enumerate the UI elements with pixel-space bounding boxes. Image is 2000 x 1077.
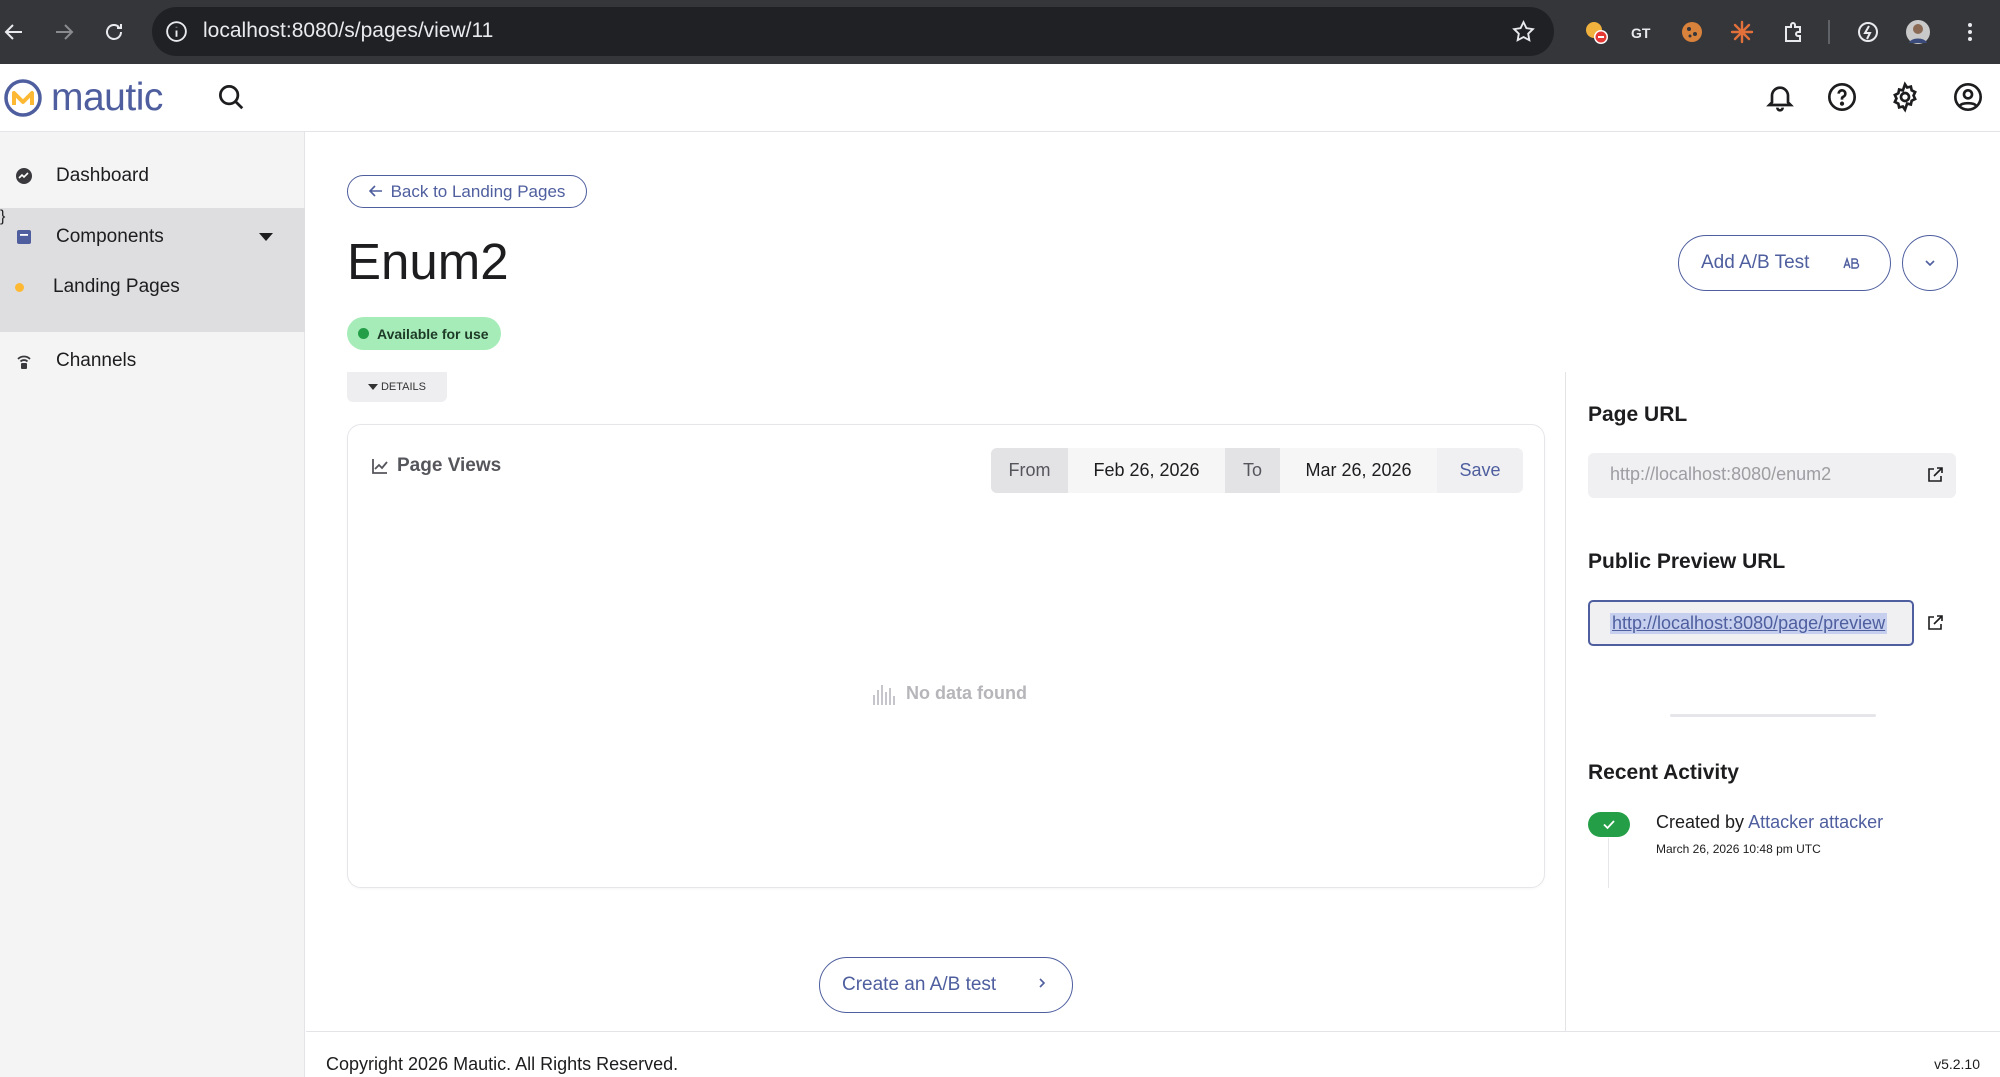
mautic-logo-icon: [4, 79, 42, 117]
arrow-left-icon: [368, 182, 383, 202]
sidebar-group-components: Components Landing Pages }: [0, 208, 305, 332]
copyright-text: Copyright 2026 Mautic. All Rights Reserv…: [326, 1054, 679, 1074]
save-date-range-button[interactable]: Save: [1437, 448, 1523, 493]
caret-down-icon: [259, 233, 273, 241]
bookmark-star-icon[interactable]: [1511, 19, 1536, 44]
help-icon[interactable]: [1826, 81, 1858, 113]
activity-timeline-line: [1608, 838, 1609, 888]
extension-gt-icon[interactable]: GT: [1628, 18, 1656, 46]
browser-toolbar: localhost:8080/s/pages/view/11 GT: [0, 0, 2000, 64]
to-label: To: [1225, 448, 1280, 493]
create-ab-test-button[interactable]: Create an A/B test: [819, 957, 1073, 1013]
svg-text:GT: GT: [1631, 25, 1651, 41]
settings-gear-icon[interactable]: [1889, 81, 1921, 113]
activity-user-link[interactable]: Attacker attacker: [1748, 812, 1883, 832]
public-preview-url-heading: Public Preview URL: [1588, 550, 1786, 573]
details-label: DETAILS: [380, 381, 427, 393]
right-panel-divider: [1565, 372, 1566, 1032]
activity-timestamp: March 26, 2026 10:48 pm UTC: [1656, 842, 1821, 856]
to-date-input[interactable]: Mar 26, 2026: [1280, 448, 1437, 493]
forward-arrow-icon[interactable]: [46, 14, 82, 50]
site-info-icon[interactable]: [164, 19, 189, 44]
activity-check-badge: [1588, 812, 1630, 837]
dashboard-icon: [16, 168, 32, 184]
details-toggle[interactable]: DETAILS: [347, 372, 447, 402]
footer: Copyright 2026 Mautic. All Rights Reserv…: [306, 1031, 2000, 1077]
card-title-text: Page Views: [397, 455, 502, 476]
activity-description: Created by Attacker attacker: [1656, 812, 1883, 833]
chevron-right-icon: [1038, 976, 1046, 994]
sidebar-item-label: Components: [56, 226, 164, 247]
toolbar-divider: [1828, 20, 1830, 44]
chevron-down-icon: [1925, 260, 1935, 267]
components-icon: [17, 230, 31, 244]
sidebar-item-dashboard[interactable]: Dashboard: [0, 147, 305, 205]
empty-state-text: No data found: [906, 682, 1027, 703]
page-url-heading: Page URL: [1588, 403, 1688, 426]
from-label: From: [991, 448, 1068, 493]
active-dot-icon: [15, 282, 24, 292]
logo-text: mautic: [51, 76, 163, 119]
reload-icon[interactable]: [96, 14, 132, 50]
status-badge: Available for use: [347, 317, 501, 350]
public-preview-url-text[interactable]: http://localhost:8080/page/preview: [1610, 613, 1888, 634]
channels-icon: [17, 355, 31, 369]
sidebar-item-landing-pages[interactable]: Landing Pages: [0, 258, 305, 316]
address-url[interactable]: localhost:8080/s/pages/view/11: [203, 19, 493, 43]
extension-cookie-icon[interactable]: [1678, 18, 1706, 46]
external-link-icon[interactable]: [1926, 614, 1944, 632]
page-title: Enum2: [347, 233, 509, 290]
public-preview-url-input[interactable]: http://localhost:8080/page/preview: [1588, 600, 1914, 646]
extension-performance-icon[interactable]: [1854, 18, 1882, 46]
page-url-text[interactable]: http://localhost:8080/enum2: [1610, 464, 1831, 485]
back-to-landing-pages-button[interactable]: Back to Landing Pages: [347, 175, 587, 208]
ab-test-icon: [1843, 256, 1860, 269]
extension-blocker-icon[interactable]: [1582, 18, 1610, 46]
status-dot-icon: [358, 328, 369, 339]
sidebar-item-channels[interactable]: Channels: [0, 332, 305, 390]
status-text: Available for use: [377, 325, 489, 342]
card-title: Page Views: [371, 455, 501, 477]
page-views-card: Page Views From Feb 26, 2026 To Mar 26, …: [347, 424, 1545, 888]
browser-menu-icon[interactable]: [1956, 18, 1984, 46]
section-separator: [1670, 714, 1876, 717]
notification-bell-icon[interactable]: [1764, 81, 1796, 113]
check-icon: [1603, 820, 1615, 830]
user-profile-icon[interactable]: [1952, 81, 1984, 113]
date-range-picker: From Feb 26, 2026 To Mar 26, 2026 Save: [991, 448, 1523, 493]
search-icon[interactable]: [216, 82, 246, 112]
external-link-icon[interactable]: [1926, 466, 1944, 484]
extension-asterisk-icon[interactable]: [1728, 18, 1756, 46]
line-chart-icon: [372, 459, 388, 474]
app-header: mautic: [0, 64, 2000, 132]
mautic-logo[interactable]: mautic: [3, 76, 163, 119]
create-ab-test-label: Create an A/B test: [842, 974, 997, 995]
triangle-down-icon: [367, 384, 378, 390]
back-button-label: Back to Landing Pages: [390, 181, 566, 201]
back-arrow-icon[interactable]: [0, 14, 32, 50]
sidebar-item-label: Channels: [56, 350, 137, 371]
recent-activity-heading: Recent Activity: [1588, 761, 1739, 784]
version-text: v5.2.10: [1934, 1056, 1980, 1072]
sidebar-item-label: Dashboard: [56, 165, 149, 186]
empty-state: No data found: [872, 681, 1027, 705]
address-bar[interactable]: localhost:8080/s/pages/view/11: [152, 7, 1554, 56]
sidebar-item-label: Landing Pages: [53, 276, 180, 297]
sidebar: Dashboard Components Landing Pages } Cha…: [0, 132, 305, 1077]
more-actions-dropdown-button[interactable]: [1902, 235, 1958, 291]
activity-prefix: Created by: [1656, 812, 1745, 832]
page-url-field[interactable]: http://localhost:8080/enum2: [1588, 453, 1956, 498]
add-ab-test-label: Add A/B Test: [1701, 252, 1810, 273]
profile-avatar-icon[interactable]: [1904, 18, 1932, 46]
extensions-puzzle-icon[interactable]: [1780, 18, 1808, 46]
from-date-input[interactable]: Feb 26, 2026: [1068, 448, 1225, 493]
bar-chart-empty-icon: [873, 685, 895, 705]
add-ab-test-button[interactable]: Add A/B Test: [1678, 235, 1891, 291]
